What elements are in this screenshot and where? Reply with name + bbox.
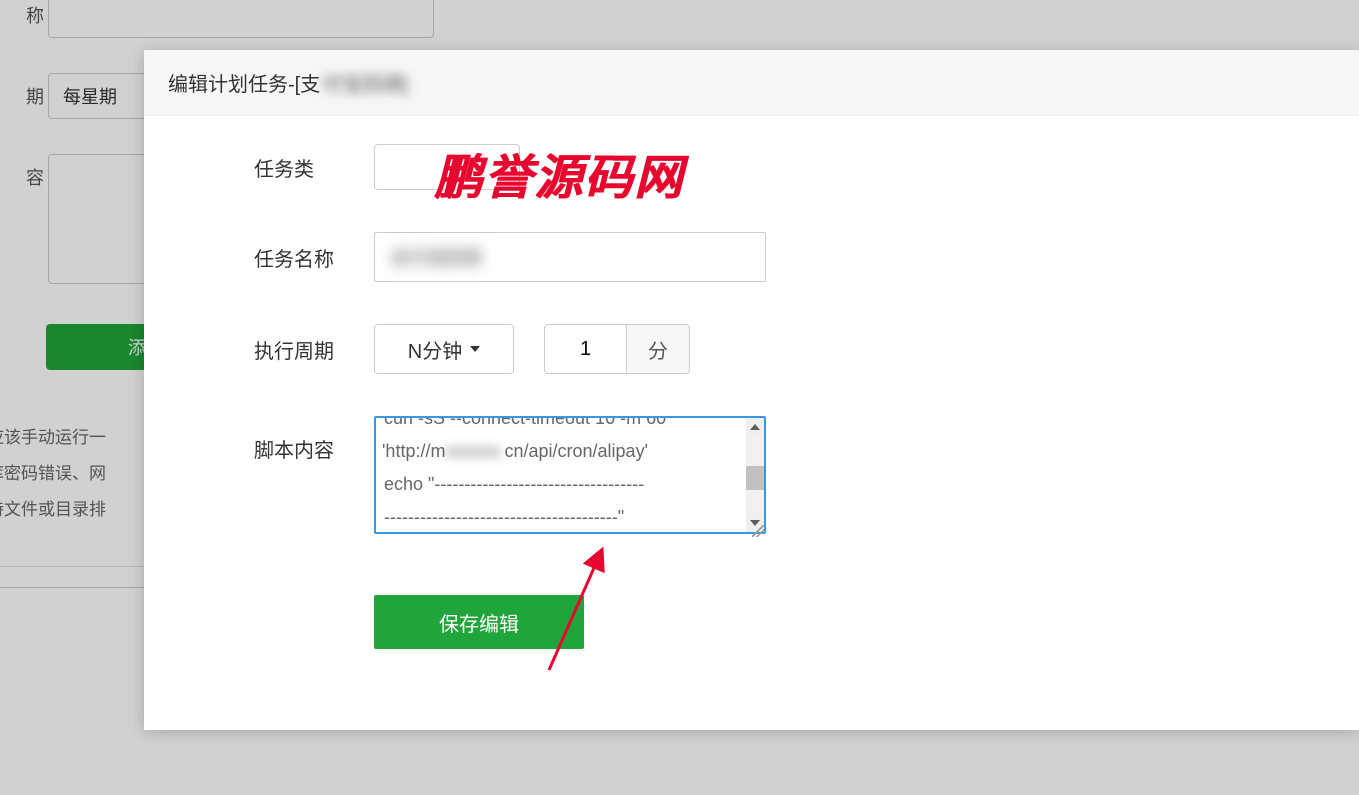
- cycle-select[interactable]: N分钟: [374, 324, 514, 374]
- task-name-label: 任务名称: [254, 243, 374, 272]
- save-button[interactable]: 保存编辑: [374, 595, 584, 649]
- cycle-label: 执行周期: [254, 335, 374, 364]
- modal-body: 任务类 Shell脚本 鹏誉源码网 任务名称 支付宝回调 执行周期 N分钟: [144, 116, 1359, 669]
- cycle-select-value: N分钟: [408, 335, 462, 364]
- watermark-text: 鹏誉源码网: [434, 138, 684, 208]
- save-button-label: 保存编辑: [439, 614, 519, 636]
- edit-cron-modal: 编辑计划任务-[支 付宝回调] 任务类 Shell脚本 鹏誉源码网 任务名称 支…: [144, 50, 1359, 730]
- task-name-input[interactable]: 支付宝回调: [374, 232, 766, 282]
- modal-title-blurred: 付宝回调]: [322, 68, 408, 97]
- script-content-textarea[interactable]: [374, 416, 766, 534]
- task-type-label: 任务类: [254, 153, 374, 182]
- cycle-minute-unit: 分: [626, 324, 690, 374]
- script-content-wrap: curl -sS --connect-timeout 10 -m 60 'htt…: [374, 416, 766, 539]
- cycle-row: 执行周期 N分钟 分: [254, 324, 1249, 374]
- chevron-down-icon: [470, 346, 480, 352]
- task-name-row: 任务名称 支付宝回调: [254, 232, 1249, 282]
- task-type-row: 任务类 Shell脚本 鹏誉源码网: [254, 144, 1249, 190]
- modal-title-bar: 编辑计划任务-[支 付宝回调]: [144, 50, 1359, 116]
- task-name-value: 支付宝回调: [391, 244, 481, 270]
- cycle-minute-group: 分: [544, 324, 690, 374]
- cycle-minute-input[interactable]: [544, 324, 626, 374]
- script-label: 脚本内容: [254, 416, 374, 463]
- modal-title-text: 编辑计划任务-[支: [168, 68, 320, 97]
- cycle-minute-unit-label: 分: [648, 335, 668, 364]
